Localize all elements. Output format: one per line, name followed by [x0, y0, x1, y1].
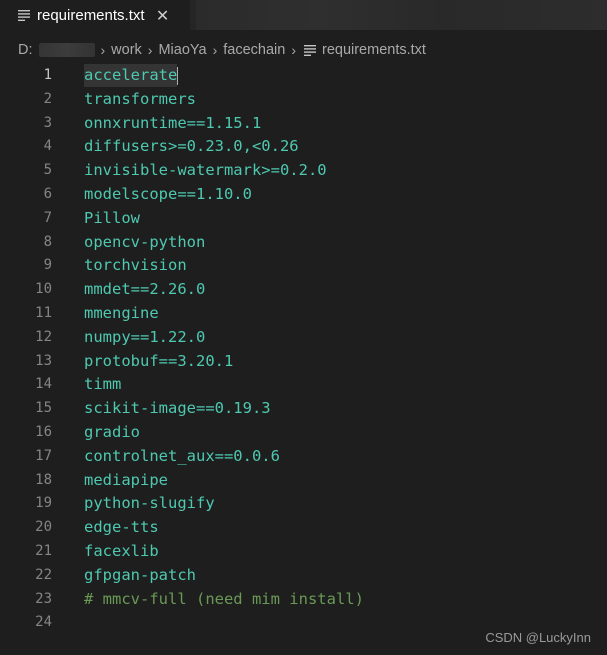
line-number: 2: [43, 90, 52, 107]
line-number: 7: [43, 209, 52, 226]
tab-bar: requirements.txt ✕: [0, 0, 607, 30]
breadcrumb: D: › work › MiaoYa › facechain › require…: [0, 38, 607, 62]
chevron-right-icon: ›: [100, 42, 106, 58]
line-number: 22: [35, 566, 52, 583]
code-line[interactable]: 5 invisible-watermark>=0.2.0: [0, 159, 607, 182]
list-lines-icon: [303, 45, 316, 56]
code-line[interactable]: 18 mediapipe: [0, 469, 607, 492]
line-text[interactable]: gfpgan-patch: [84, 564, 196, 587]
chevron-right-icon: ›: [291, 42, 296, 58]
line-text[interactable]: Pillow: [84, 207, 140, 230]
line-text[interactable]: mediapipe: [84, 469, 168, 492]
chevron-right-icon: ›: [147, 42, 153, 58]
code-line[interactable]: 19 python-slugify: [0, 492, 607, 515]
line-text[interactable]: numpy==1.22.0: [84, 326, 205, 349]
line-text[interactable]: mmengine: [84, 302, 159, 325]
tab-title: requirements.txt: [37, 6, 145, 24]
line-number: 1: [43, 67, 52, 83]
line-number: 18: [35, 471, 52, 488]
line-text[interactable]: diffusers>=0.23.0,<0.26: [84, 135, 299, 158]
line-number: 23: [35, 590, 52, 607]
code-line[interactable]: 15 scikit-image==0.19.3: [0, 397, 607, 420]
breadcrumb-file[interactable]: requirements.txt: [322, 42, 426, 58]
text-cursor: [177, 67, 178, 85]
breadcrumb-item-work[interactable]: work: [111, 42, 142, 58]
line-number: 3: [43, 114, 52, 131]
code-line[interactable]: 21 facexlib: [0, 540, 607, 563]
code-line[interactable]: 14 timm: [0, 373, 607, 396]
line-number: 14: [35, 376, 52, 393]
code-line[interactable]: 1 accelerate: [0, 64, 607, 87]
line-number: 24: [35, 614, 52, 631]
line-text[interactable]: mmdet==2.26.0: [84, 278, 205, 301]
line-number: 4: [43, 138, 52, 155]
line-text[interactable]: protobuf==3.20.1: [84, 350, 233, 373]
code-line[interactable]: 4 diffusers>=0.23.0,<0.26: [0, 135, 607, 158]
line-number: 9: [43, 257, 52, 274]
code-line[interactable]: 13 protobuf==3.20.1: [0, 350, 607, 373]
close-icon[interactable]: ✕: [155, 6, 171, 25]
line-number: 12: [35, 328, 52, 345]
code-line[interactable]: 20 edge-tts: [0, 516, 607, 539]
breadcrumb-drive[interactable]: D:: [18, 42, 33, 58]
line-text[interactable]: timm: [84, 373, 121, 396]
line-text[interactable]: onnxruntime==1.15.1: [84, 112, 261, 135]
obscured-tabs-area: [196, 0, 607, 30]
line-number: 6: [43, 186, 52, 202]
code-line[interactable]: 22 gfpgan-patch: [0, 564, 607, 587]
line-text[interactable]: edge-tts: [84, 516, 159, 539]
line-number: 20: [35, 519, 52, 536]
code-line[interactable]: 2 transformers: [0, 88, 607, 111]
code-line[interactable]: 8 opencv-python: [0, 231, 607, 254]
line-text[interactable]: invisible-watermark>=0.2.0: [84, 159, 327, 182]
line-number: 5: [43, 162, 52, 179]
breadcrumb-item-miaoya[interactable]: MiaoYa: [158, 42, 206, 58]
code-line[interactable]: 11 mmengine: [0, 302, 607, 325]
list-lines-icon: [18, 10, 30, 21]
code-editor[interactable]: 1 accelerate 2 transformers 3 onnxruntime==1.…: [0, 64, 607, 655]
line-number: 19: [35, 495, 52, 512]
line-number: 17: [35, 447, 52, 464]
line-text[interactable]: torchvision: [84, 254, 187, 277]
line-number: 21: [35, 543, 52, 559]
line-number: 13: [35, 352, 52, 369]
breadcrumb-item-facechain[interactable]: facechain: [223, 42, 285, 58]
code-line[interactable]: 12 numpy==1.22.0: [0, 326, 607, 349]
code-line[interactable]: 9 torchvision: [0, 254, 607, 277]
line-text[interactable]: facexlib: [84, 540, 159, 563]
line-number: 10: [35, 281, 52, 298]
line-number: 11: [35, 305, 52, 321]
line-number: 16: [35, 424, 52, 440]
code-line[interactable]: 16 gradio: [0, 421, 607, 444]
code-line[interactable]: 23 # mmcv-full (need mim install): [0, 588, 607, 611]
code-line[interactable]: 10 mmdet==2.26.0: [0, 278, 607, 301]
tab-requirements-txt[interactable]: requirements.txt ✕: [0, 0, 190, 30]
obscured-breadcrumb-segment: [38, 43, 95, 57]
code-line[interactable]: 6 modelscope==1.10.0: [0, 183, 607, 206]
line-text[interactable]: modelscope==1.10.0: [84, 183, 252, 206]
line-text[interactable]: # mmcv-full (need mim install): [84, 588, 364, 611]
line-number: 8: [43, 233, 52, 250]
line-text[interactable]: python-slugify: [84, 492, 215, 515]
line-number: 15: [35, 400, 52, 417]
code-line[interactable]: 3 onnxruntime==1.15.1: [0, 112, 607, 135]
line-text[interactable]: controlnet_aux==0.0.6: [84, 445, 280, 468]
line-text[interactable]: scikit-image==0.19.3: [84, 397, 271, 420]
watermark: CSDN @LuckyInn: [485, 630, 591, 645]
line-text[interactable]: opencv-python: [84, 231, 205, 254]
code-line[interactable]: 17 controlnet_aux==0.0.6: [0, 445, 607, 468]
line-text[interactable]: gradio: [84, 421, 140, 444]
line-text[interactable]: accelerate: [84, 64, 178, 87]
chevron-right-icon: ›: [212, 42, 218, 58]
line-text[interactable]: transformers: [84, 88, 196, 111]
editor-window: requirements.txt ✕ D: › work › MiaoYa › …: [0, 0, 607, 655]
code-line[interactable]: 7 Pillow: [0, 207, 607, 230]
